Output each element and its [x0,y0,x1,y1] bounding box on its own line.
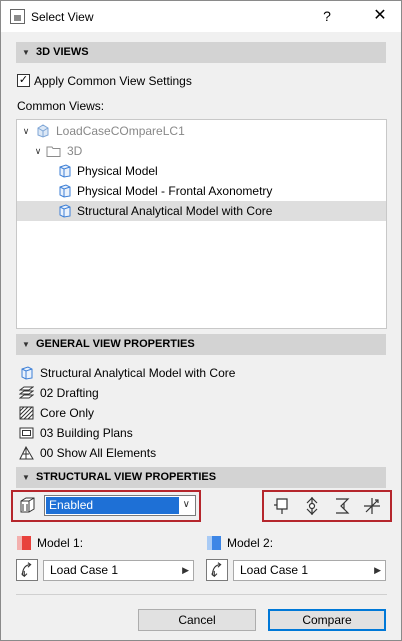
3d-view-icon [59,184,71,198]
project-icon [37,124,49,138]
expand-arrow-icon[interactable]: ∨ [21,121,31,141]
help-button[interactable]: ? [317,5,337,27]
common-views-tree[interactable]: ∨ LoadCaseCOmpareLC1 ∨ 3D Physical Model [16,119,387,329]
tree-item-label: 3D [67,144,83,158]
collapse-arrow-icon: ▼ [22,48,30,57]
model1-load-case-value: Load Case 1 [50,563,119,577]
chevron-right-icon: ▶ [182,565,189,575]
mode-select[interactable]: Enabled ∨ [44,495,196,516]
prop-row-model-view: 03 Building Plans [19,423,379,443]
common-views-label: Common Views: [17,99,105,113]
collapse-arrow-icon: ▼ [22,473,30,482]
3d-view-icon [59,204,71,218]
section-header-3d-views[interactable]: ▼ 3D VIEWS [16,42,386,63]
footer-divider [16,594,387,595]
section-title: GENERAL VIEW PROPERTIES [36,338,195,350]
model1-color-swatch [17,536,31,550]
prop-row-layers: 02 Drafting [19,383,379,403]
collapse-arrow-icon: ▼ [22,340,30,349]
prop-row-view: Structural Analytical Model with Core [19,363,379,383]
prop-row-structural-display: Core Only [19,403,379,423]
view-icon [21,366,33,380]
expand-arrow-icon[interactable]: ∨ [33,141,43,161]
layer-combination-icon [19,386,34,399]
window-title: Select View [31,10,94,24]
tree-item-project[interactable]: ∨ LoadCaseCOmpareLC1 [17,121,386,141]
section-header-general-view-properties[interactable]: ▼ GENERAL VIEW PROPERTIES [16,334,386,355]
tree-item-label: Physical Model - Frontal Axonometry [77,184,273,198]
tree-item-label: Physical Model [77,164,158,178]
folder-icon [46,146,61,157]
chevron-right-icon: ▶ [374,565,381,575]
close-button[interactable]: ✕ [365,5,395,27]
tree-item-view[interactable]: Physical Model - Frontal Axonometry [17,181,386,201]
section-title: 3D VIEWS [36,46,89,58]
tree-item-label: LoadCaseCOmpareLC1 [56,124,185,138]
prop-value: Structural Analytical Model with Core [40,366,236,380]
prop-value: 00 Show All Elements [40,446,157,460]
tree-item-view-selected[interactable]: Structural Analytical Model with Core [17,201,386,221]
analytical-element-icon[interactable] [271,495,293,517]
prop-row-renovation: 00 Show All Elements [19,443,379,463]
model2-load-case-value: Load Case 1 [240,563,309,577]
model2-load-case-dropdown[interactable]: Load Case 1 ▶ [233,560,386,581]
prop-value: 02 Drafting [40,386,99,400]
analytical-support-icon[interactable] [301,495,323,517]
mode-select-value: Enabled [46,497,179,514]
model-view-options-icon [19,427,34,439]
section-header-structural-view-properties[interactable]: ▼ STRUCTURAL VIEW PROPERTIES [16,467,386,488]
load-case-icon[interactable] [206,559,228,581]
model1-load-case-dropdown[interactable]: Load Case 1 ▶ [43,560,194,581]
prop-value: 03 Building Plans [40,426,133,440]
3d-view-icon [59,164,71,178]
app-icon [10,9,25,24]
renovation-filter-icon [19,446,34,460]
load-case-icon[interactable] [16,559,38,581]
cancel-button[interactable]: Cancel [138,609,256,631]
structural-analytical-model-icon [20,497,35,513]
apply-common-checkbox[interactable]: ✓ [17,74,30,87]
section-title: STRUCTURAL VIEW PROPERTIES [36,471,217,483]
chevron-down-icon: ∨ [182,499,190,510]
apply-common-label: Apply Common View Settings [34,74,192,88]
tree-item-view[interactable]: Physical Model [17,161,386,181]
analytical-link-icon[interactable] [361,495,383,517]
model2-label: Model 2: [227,536,274,550]
title-bar: Select View ? ✕ [1,1,401,32]
model2-color-swatch [207,536,221,550]
model1-label: Model 1: [37,536,84,550]
analytical-load-icon[interactable] [331,495,353,517]
compare-button[interactable]: Compare [268,609,386,631]
tree-item-label: Structural Analytical Model with Core [77,204,273,218]
prop-value: Core Only [40,406,95,420]
structural-display-icon [19,406,34,420]
select-view-dialog: Select View ? ✕ ▼ 3D VIEWS ✓ Apply Commo… [0,0,402,641]
tree-item-folder-3d[interactable]: ∨ 3D [17,141,386,161]
